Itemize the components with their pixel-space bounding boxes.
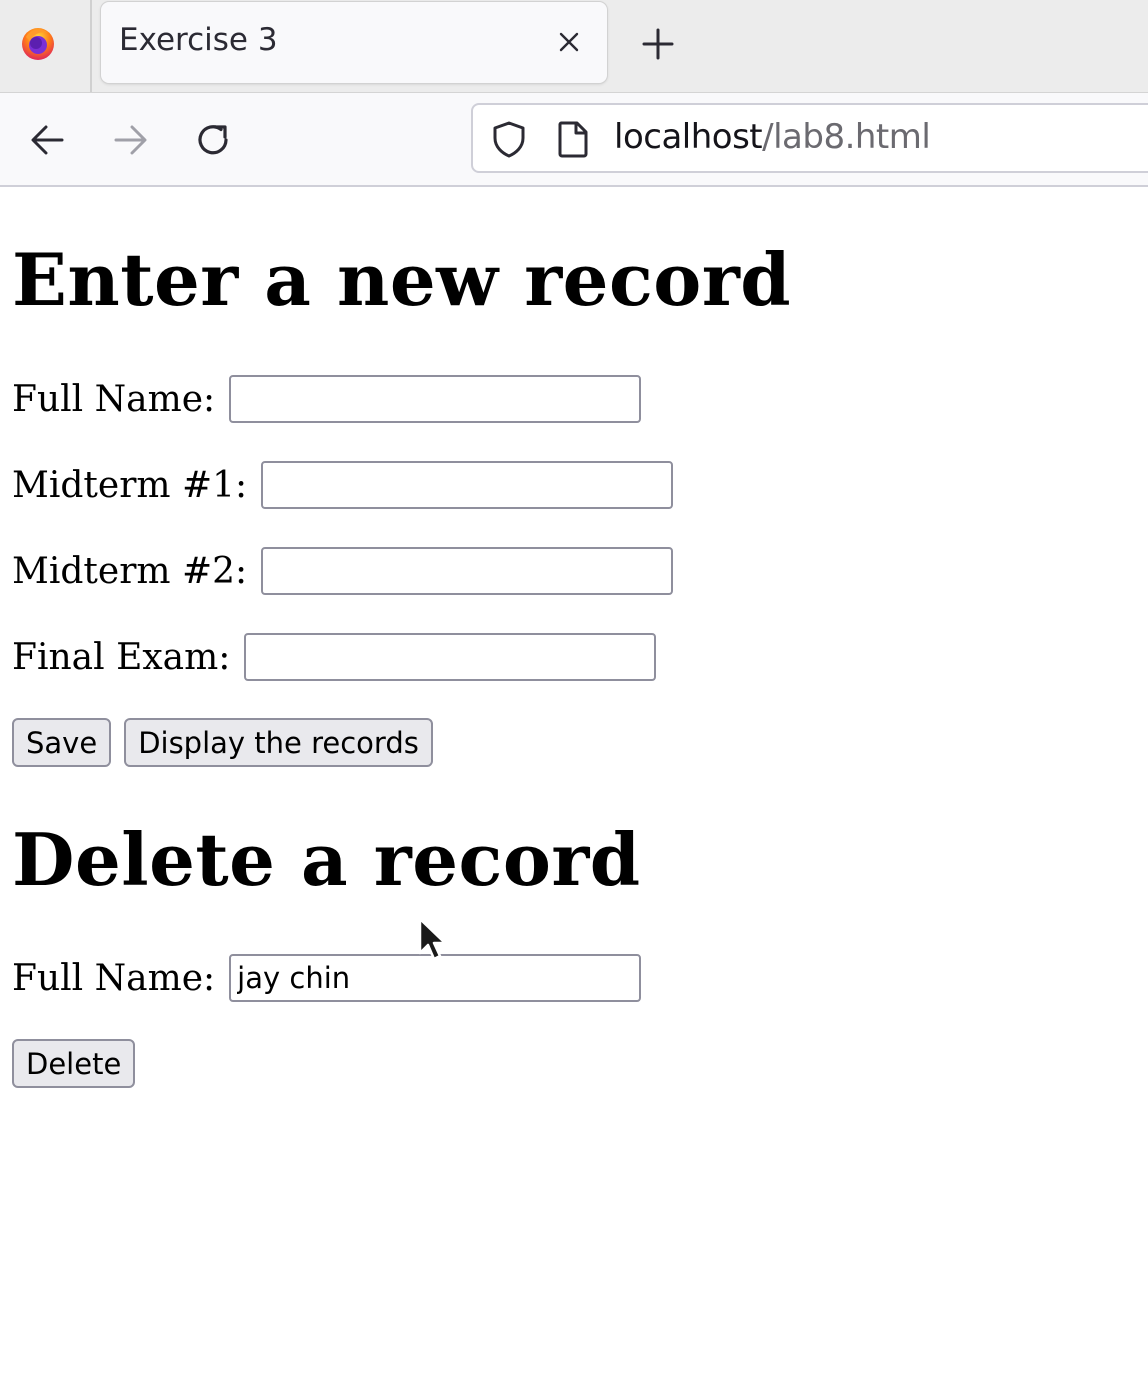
url-path: /lab8.html xyxy=(762,117,931,157)
shield-icon[interactable] xyxy=(489,119,529,159)
midterm1-label: Midterm #1: xyxy=(12,464,248,506)
save-button[interactable]: Save xyxy=(12,718,112,767)
plus-icon[interactable] xyxy=(638,24,678,64)
midterm1-input[interactable] xyxy=(261,461,674,509)
midterm2-input[interactable] xyxy=(261,547,674,595)
url-text: localhost/lab8.html xyxy=(614,117,931,157)
firefox-menu[interactable] xyxy=(0,0,92,92)
delete-actions: Delete xyxy=(12,1039,136,1088)
delete-full-name-label: Full Name: xyxy=(12,957,216,999)
tab-exercise-3[interactable]: Exercise 3 xyxy=(101,2,607,83)
arrow-left-icon[interactable] xyxy=(26,118,70,162)
tab-bar: Exercise 3 xyxy=(0,0,1148,93)
page-icon[interactable] xyxy=(553,119,593,159)
final-exam-input[interactable] xyxy=(244,633,657,681)
close-icon[interactable] xyxy=(553,26,585,58)
midterm1-row: Midterm #1: xyxy=(12,460,674,510)
display-records-button[interactable]: Display the records xyxy=(124,718,433,767)
delete-button[interactable]: Delete xyxy=(12,1039,136,1088)
full-name-label: Full Name: xyxy=(12,378,216,420)
delete-full-name-row: Full Name: xyxy=(12,953,642,1003)
full-name-row: Full Name: xyxy=(12,374,642,424)
final-exam-row: Final Exam: xyxy=(12,632,657,682)
midterm2-label: Midterm #2: xyxy=(12,550,248,592)
full-name-input[interactable] xyxy=(229,375,642,423)
final-exam-label: Final Exam: xyxy=(12,636,231,678)
firefox-icon xyxy=(22,28,54,60)
address-bar[interactable]: localhost/lab8.html xyxy=(471,103,1148,173)
new-record-heading: Enter a new record xyxy=(12,237,792,322)
arrow-right-icon[interactable] xyxy=(108,118,152,162)
url-host: localhost xyxy=(614,117,763,157)
reload-icon[interactable] xyxy=(191,118,235,162)
delete-record-heading: Delete a record xyxy=(12,817,641,902)
navigation-toolbar: localhost/lab8.html xyxy=(0,93,1148,187)
add-actions: Save Display the records xyxy=(12,718,433,767)
mouse-pointer-icon xyxy=(418,917,447,961)
midterm2-row: Midterm #2: xyxy=(12,546,674,596)
tab-title: Exercise 3 xyxy=(119,22,278,58)
